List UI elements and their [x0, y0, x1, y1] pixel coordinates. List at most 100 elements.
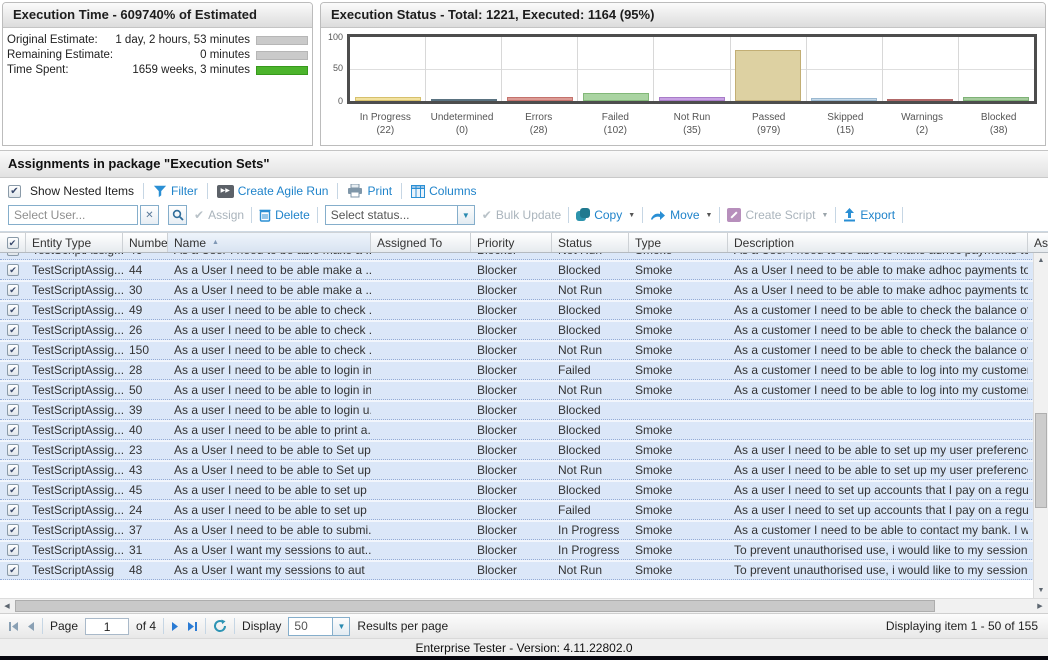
cell-entity-type: TestScriptAssig...	[26, 303, 123, 317]
col-assigned-to[interactable]: Assigned To	[371, 233, 471, 252]
row-checkbox[interactable]: ✔	[7, 404, 19, 416]
select-all-checkbox[interactable]: ✔	[7, 237, 19, 249]
print-button[interactable]: Print	[347, 184, 392, 198]
table-row[interactable]: ✔TestScriptAssig...26As a user I need to…	[0, 320, 1048, 340]
create-agile-run-button[interactable]: ▶▶ Create Agile Run	[217, 184, 329, 198]
create-script-button[interactable]: Create Script ▼	[727, 208, 828, 222]
vertical-scrollbar[interactable]: ▲ ▼	[1033, 253, 1048, 598]
col-type[interactable]: Type	[629, 233, 728, 252]
cell-priority: Blocker	[471, 383, 552, 397]
row-checkbox[interactable]: ✔	[7, 464, 19, 476]
row-checkbox[interactable]: ✔	[7, 284, 19, 296]
row-checkbox[interactable]: ✔	[7, 424, 19, 436]
execution-time-stats: Original Estimate:1 day, 2 hours, 53 min…	[3, 28, 312, 76]
table-row[interactable]: ✔TestScriptAssig...45As a user I need to…	[0, 480, 1048, 500]
col-entity-type[interactable]: Entity Type	[26, 233, 123, 252]
cell-status: Not Run	[552, 563, 629, 577]
row-checkbox[interactable]: ✔	[7, 544, 19, 556]
scroll-down-icon[interactable]: ▼	[1034, 583, 1048, 598]
category-count: (0)	[424, 124, 501, 137]
row-checkbox[interactable]: ✔	[7, 264, 19, 276]
page-input[interactable]: 1	[85, 618, 129, 635]
table-row[interactable]: ✔TestScriptAssig...40As a user I need to…	[0, 420, 1048, 440]
move-button[interactable]: Move ▼	[650, 208, 712, 222]
table-row[interactable]: ✔TestScriptAssig...50As a user I need to…	[0, 380, 1048, 400]
row-checkbox[interactable]: ✔	[7, 564, 19, 576]
clear-user-button[interactable]: ✕	[140, 205, 159, 225]
table-row[interactable]: ✔TestScriptAssig...43As a User I need to…	[0, 460, 1048, 480]
col-number[interactable]: Number	[123, 233, 168, 252]
row-checkbox[interactable]: ✔	[7, 444, 19, 456]
columns-button[interactable]: Columns	[411, 184, 476, 198]
copy-button[interactable]: Copy ▼	[576, 208, 635, 222]
table-row[interactable]: ✔TestScriptAssig...28As a user I need to…	[0, 360, 1048, 380]
col-as-clipped[interactable]: As	[1028, 233, 1048, 252]
columns-icon	[411, 185, 425, 198]
scroll-right-icon[interactable]: ▶	[1033, 599, 1047, 613]
cell-type: Smoke	[629, 363, 728, 377]
table-row[interactable]: ✔TestScriptAssig...37As a User I need to…	[0, 520, 1048, 540]
vertical-scroll-thumb[interactable]	[1035, 413, 1047, 508]
search-user-button[interactable]	[168, 205, 187, 225]
next-page-button[interactable]	[171, 621, 180, 632]
cell-name: As a User I want my sessions to aut	[168, 563, 371, 577]
row-checkbox[interactable]: ✔	[7, 384, 19, 396]
select-status-dropdown[interactable]: Select status... ▼	[325, 205, 475, 225]
cell-number: 30	[123, 283, 168, 297]
assign-button[interactable]: ✔ Assign	[194, 208, 244, 222]
row-checkbox[interactable]: ✔	[7, 324, 19, 336]
row-checkbox[interactable]: ✔	[7, 504, 19, 516]
cell-description: As a customer I need to be able to log i…	[728, 383, 1028, 397]
first-page-icon	[8, 621, 19, 632]
filter-button[interactable]: Filter	[153, 184, 198, 198]
row-checkbox[interactable]: ✔	[7, 253, 19, 256]
prev-page-button[interactable]	[26, 621, 35, 632]
bar-failed	[583, 93, 649, 101]
refresh-button[interactable]	[213, 619, 227, 633]
table-row[interactable]: ✔TestScriptAssig48As a User I want my se…	[0, 560, 1048, 580]
table-row[interactable]: ✔TestScriptAssig...31As a User I want my…	[0, 540, 1048, 560]
table-row[interactable]: ✔TestScriptAssig...30As a User I need to…	[0, 280, 1048, 300]
cell-priority: Blocker	[471, 503, 552, 517]
scroll-up-icon[interactable]: ▲	[1034, 253, 1048, 268]
cell-priority: Blocker	[471, 403, 552, 417]
scroll-left-icon[interactable]: ◀	[0, 599, 14, 613]
table-row[interactable]: ✔TestScriptAssig...23As a User I need to…	[0, 440, 1048, 460]
cell-description: As a user I need to be able to set up my…	[728, 463, 1028, 477]
table-row[interactable]: ✔TestScriptAssig...44As a User I need to…	[0, 260, 1048, 280]
first-page-button[interactable]	[8, 621, 19, 632]
cell-description: As a customer I need to be able to log i…	[728, 363, 1028, 377]
horizontal-scroll-thumb[interactable]	[15, 600, 935, 612]
col-priority[interactable]: Priority	[471, 233, 552, 252]
col-description[interactable]: Description	[728, 233, 1028, 252]
select-user-input[interactable]: Select User...	[8, 205, 138, 225]
table-row[interactable]: ✔TestScriptAssig...24As a user I need to…	[0, 500, 1048, 520]
row-checkbox[interactable]: ✔	[7, 344, 19, 356]
cell-number: 48	[123, 563, 168, 577]
cell-priority: Blocker	[471, 463, 552, 477]
col-name[interactable]: Name ▲	[168, 233, 371, 252]
chevron-down-icon[interactable]: ▼	[457, 206, 474, 224]
last-page-button[interactable]	[187, 621, 198, 632]
export-button[interactable]: Export	[843, 208, 895, 222]
table-row[interactable]: ✔TestScriptAssig...49As a user I need to…	[0, 300, 1048, 320]
horizontal-scrollbar[interactable]: ◀ ▶	[0, 598, 1048, 613]
bulk-update-button[interactable]: ✔ Bulk Update	[482, 208, 561, 222]
cell-entity-type: TestScriptAssig...	[26, 443, 123, 457]
table-row[interactable]: ✔TestScriptAssig...150As a user I need t…	[0, 340, 1048, 360]
delete-button[interactable]: Delete	[259, 208, 310, 222]
stat-row: Original Estimate:1 day, 2 hours, 53 min…	[7, 34, 308, 46]
table-row[interactable]: ✔TestScriptAssig...46As a User I need to…	[0, 253, 1048, 260]
chevron-down-icon[interactable]: ▼	[332, 618, 349, 635]
row-checkbox[interactable]: ✔	[7, 304, 19, 316]
row-checkbox[interactable]: ✔	[7, 364, 19, 376]
row-checkbox[interactable]: ✔	[7, 524, 19, 536]
display-dropdown[interactable]: 50 ▼	[288, 617, 350, 636]
row-checkbox[interactable]: ✔	[7, 484, 19, 496]
col-status[interactable]: Status	[552, 233, 629, 252]
table-row[interactable]: ✔TestScriptAssig...39As a user I need to…	[0, 400, 1048, 420]
next-page-icon	[171, 621, 180, 632]
stat-value: 0 minutes	[119, 49, 256, 61]
divider	[42, 618, 43, 634]
show-nested-checkbox[interactable]: ✔	[8, 185, 21, 198]
